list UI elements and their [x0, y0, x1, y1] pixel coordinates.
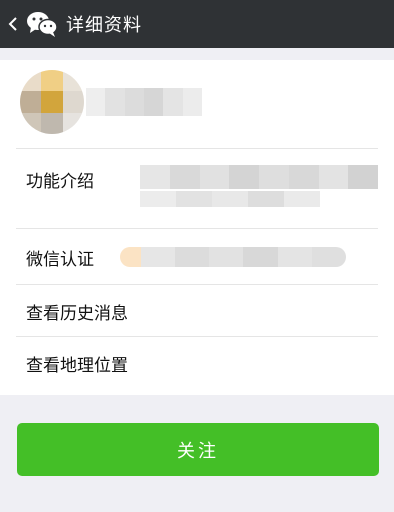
details-card: 功能介绍 微信认证 查看历史消息 查看地理位置	[0, 60, 394, 395]
back-button[interactable]	[2, 0, 24, 48]
history-messages-row[interactable]: 查看历史消息	[16, 284, 378, 337]
intro-label: 功能介绍	[26, 172, 94, 192]
history-messages-label: 查看历史消息	[26, 304, 128, 324]
wechat-icon	[26, 8, 58, 40]
chevron-left-icon	[8, 17, 17, 31]
intro-row: 功能介绍	[16, 148, 378, 229]
intro-text-redacted-line2	[140, 191, 320, 207]
profile-header	[0, 60, 394, 148]
location-label: 查看地理位置	[26, 356, 128, 376]
account-name-redacted	[86, 88, 202, 116]
page-title: 详细资料	[66, 15, 142, 36]
top-nav-bar: 详细资料	[0, 0, 394, 48]
avatar	[20, 70, 84, 134]
intro-text-redacted	[140, 165, 378, 189]
verification-text-redacted	[120, 247, 346, 267]
verification-label: 微信认证	[26, 250, 94, 270]
verification-row: 微信认证	[16, 228, 378, 285]
follow-button[interactable]: 关注	[17, 423, 379, 476]
location-row[interactable]: 查看地理位置	[16, 336, 378, 395]
